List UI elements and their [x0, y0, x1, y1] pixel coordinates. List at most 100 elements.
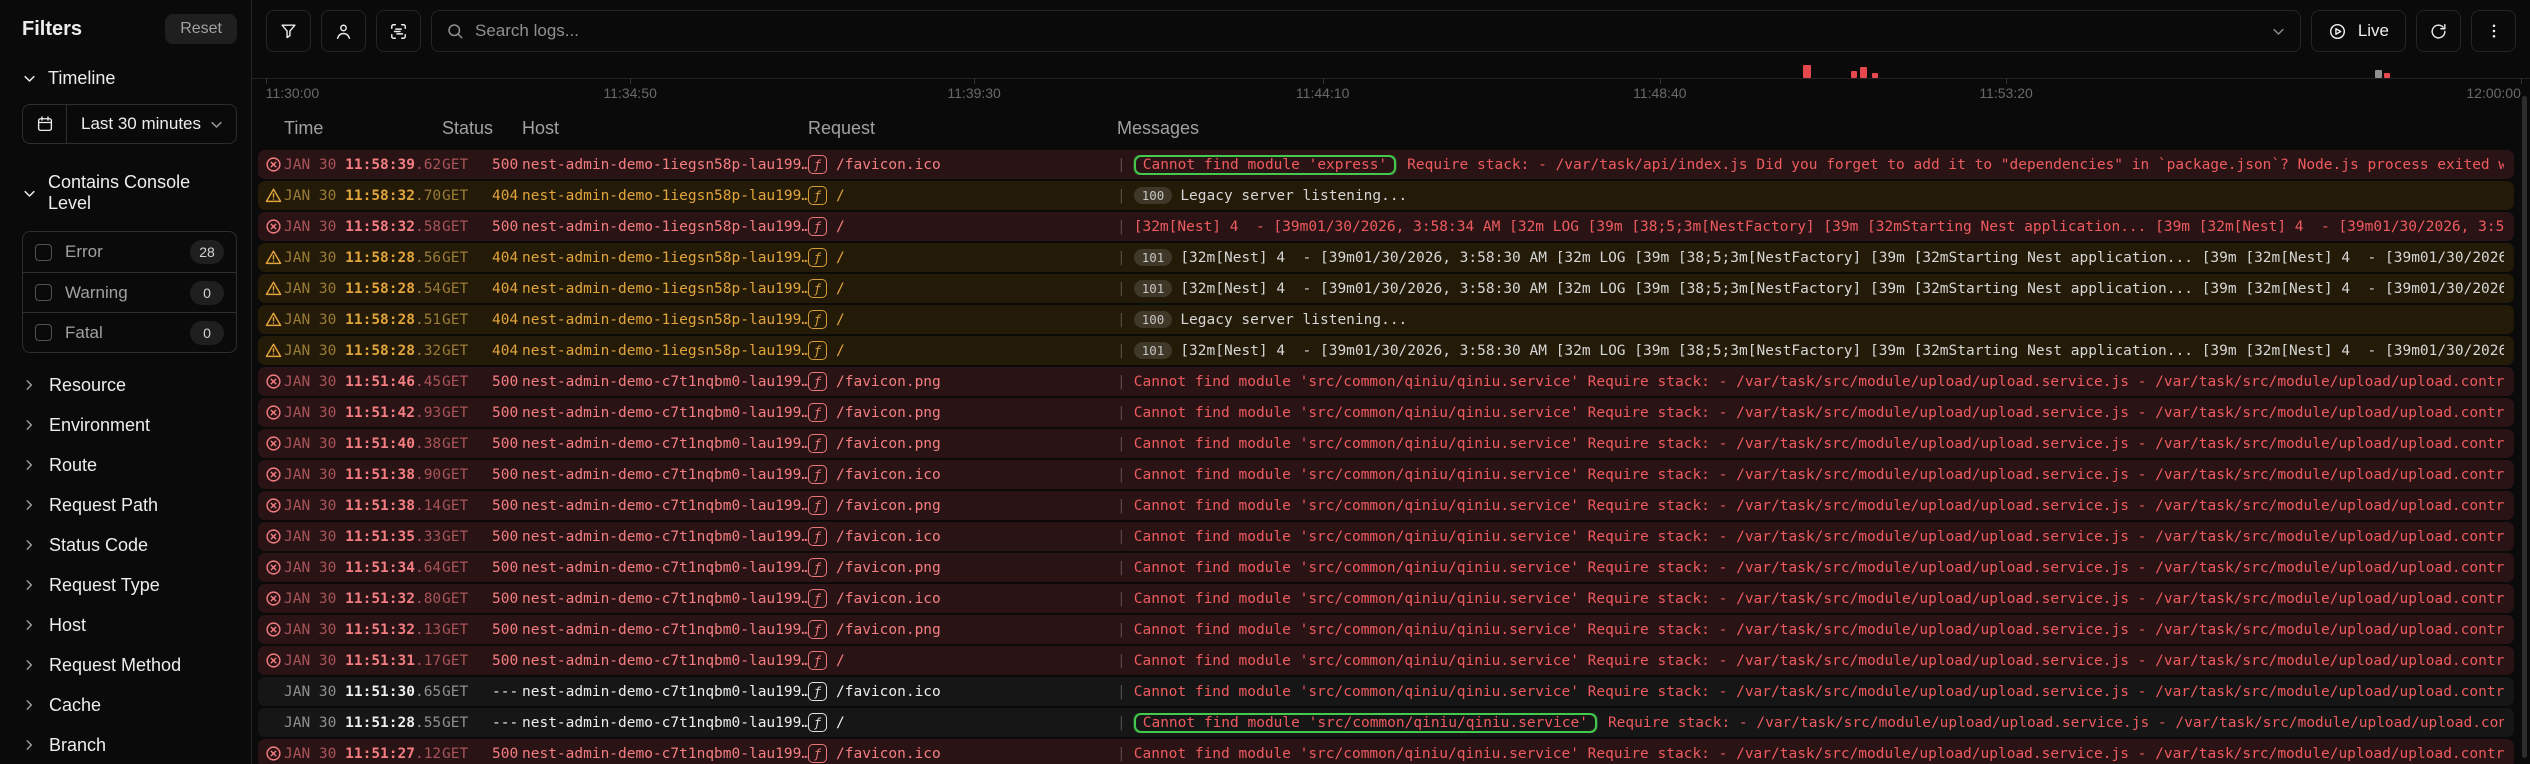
log-row[interactable]: JAN 30 11:51:34.64 GET 500 nest-admin-de…	[258, 553, 2514, 582]
log-row[interactable]: JAN 30 11:58:32.70 GET 404 nest-admin-de…	[258, 181, 2514, 210]
collapsed-filter-section[interactable]: Request Path	[22, 485, 237, 525]
vertical-scrollbar[interactable]	[2522, 96, 2527, 758]
console-level-label: Warning	[65, 283, 177, 303]
message-divider: |	[1117, 374, 1126, 390]
log-request-path: /favicon.ico	[836, 746, 941, 762]
log-row[interactable]: JAN 30 11:51:31.17 GET 500 nest-admin-de…	[258, 646, 2514, 675]
checkbox[interactable]	[35, 284, 52, 301]
log-volume-timeline[interactable]: 11:30:0011:34:5011:39:3011:44:1011:48:40…	[252, 62, 2530, 106]
search-chevron-down-icon[interactable]	[2271, 24, 2286, 39]
log-row[interactable]: JAN 30 11:51:38.90 GET 500 nest-admin-de…	[258, 460, 2514, 489]
log-row[interactable]: JAN 30 11:58:32.58 GET 500 nest-admin-de…	[258, 212, 2514, 241]
log-message: |Cannot find module 'src/common/qiniu/qi…	[1117, 374, 2504, 390]
log-row[interactable]: JAN 30 11:51:27.12 GET 500 nest-admin-de…	[258, 739, 2514, 764]
timeline-tick-label: 11:48:40	[1633, 85, 1686, 101]
log-status-code: 404	[492, 312, 522, 328]
log-row[interactable]: JAN 30 11:51:32.13 GET 500 nest-admin-de…	[258, 615, 2514, 644]
collapsed-filter-section[interactable]: Environment	[22, 405, 237, 445]
log-message: |Cannot find module 'src/common/qiniu/qi…	[1117, 653, 2504, 669]
collapsed-filter-section[interactable]: Branch	[22, 725, 237, 764]
filter-toggle-button[interactable]	[266, 10, 311, 52]
reset-filters-button[interactable]: Reset	[165, 14, 237, 44]
log-row[interactable]: JAN 30 11:51:30.65 GET --- nest-admin-de…	[258, 677, 2514, 706]
search-icon	[446, 22, 464, 40]
collapsed-filter-section[interactable]: Request Method	[22, 645, 237, 685]
log-host: nest-admin-demo-c7t1nqbm0-lau199…	[522, 529, 808, 545]
log-row[interactable]: JAN 30 11:58:28.51 GET 404 nest-admin-de…	[258, 305, 2514, 334]
console-level-option[interactable]: Fatal 0	[23, 312, 236, 352]
function-icon: ƒ	[808, 155, 827, 174]
collapsed-filter-section[interactable]: Host	[22, 605, 237, 645]
log-method: GET	[442, 529, 492, 545]
log-time: JAN 30 11:51:34.64	[284, 560, 442, 576]
timeline-tick	[2521, 78, 2522, 84]
message-divider: |	[1117, 560, 1126, 576]
log-row[interactable]: JAN 30 11:51:46.45 GET 500 nest-admin-de…	[258, 367, 2514, 396]
log-row[interactable]: JAN 30 11:51:32.80 GET 500 nest-admin-de…	[258, 584, 2514, 613]
error-icon	[265, 466, 282, 483]
error-icon	[265, 621, 282, 638]
log-row[interactable]: JAN 30 11:51:28.55 GET --- nest-admin-de…	[258, 708, 2514, 737]
console-level-option[interactable]: Warning 0	[23, 272, 236, 312]
collapsed-filter-section[interactable]: Request Type	[22, 565, 237, 605]
column-header-time: Time	[284, 118, 442, 139]
log-request: ƒ/favicon.ico	[808, 465, 1117, 484]
log-message: |100Legacy server listening...	[1117, 311, 2504, 328]
log-row[interactable]: JAN 30 11:58:28.32 GET 404 nest-admin-de…	[258, 336, 2514, 365]
log-row[interactable]: JAN 30 11:51:40.38 GET 500 nest-admin-de…	[258, 429, 2514, 458]
log-status-code: 500	[492, 622, 522, 638]
timeline-range-select[interactable]: Last 30 minutes	[22, 104, 237, 144]
log-status-code: 500	[492, 560, 522, 576]
refresh-button[interactable]	[2416, 10, 2461, 52]
log-time: JAN 30 11:51:27.12	[284, 746, 442, 762]
message-text: Cannot find module 'src/common/qiniu/qin…	[1134, 746, 2504, 762]
checkbox[interactable]	[35, 324, 52, 341]
collapsed-filter-section[interactable]: Route	[22, 445, 237, 485]
console-level-option[interactable]: Error 28	[23, 232, 236, 272]
collapsed-filter-section[interactable]: Status Code	[22, 525, 237, 565]
log-message: |Cannot find module 'src/common/qiniu/qi…	[1117, 560, 2504, 576]
function-icon: ƒ	[808, 248, 827, 267]
message-text: [32m[Nest] 4 - [39m01/30/2026, 3:58:30 A…	[1180, 281, 2504, 297]
log-time: JAN 30 11:51:30.65	[284, 684, 442, 700]
log-row[interactable]: JAN 30 11:51:38.14 GET 500 nest-admin-de…	[258, 491, 2514, 520]
user-icon	[334, 22, 353, 41]
collapsed-filter-section[interactable]: Resource	[22, 365, 237, 405]
collapsed-filter-label: Route	[49, 455, 97, 476]
log-message: |Cannot find module 'src/common/qiniu/qi…	[1117, 591, 2504, 607]
checkbox[interactable]	[35, 244, 52, 261]
message-divider: |	[1117, 219, 1126, 235]
log-status-code: 500	[492, 498, 522, 514]
timeline-tick	[2006, 78, 2007, 84]
more-options-button[interactable]	[2471, 10, 2516, 52]
log-row[interactable]: JAN 30 11:58:39.62 GET 500 nest-admin-de…	[258, 150, 2514, 179]
user-filter-button[interactable]	[321, 10, 366, 52]
collapsed-filter-section[interactable]: Cache	[22, 685, 237, 725]
console-level-section-toggle[interactable]: Contains Console Level	[22, 172, 237, 214]
log-message: |Cannot find module 'src/common/qiniu/qi…	[1117, 529, 2504, 545]
console-level-section-label: Contains Console Level	[48, 172, 237, 214]
log-time: JAN 30 11:51:42.93	[284, 405, 442, 421]
console-level-count: 28	[190, 240, 224, 264]
log-row[interactable]: JAN 30 11:51:42.93 GET 500 nest-admin-de…	[258, 398, 2514, 427]
search-input[interactable]	[475, 21, 2260, 41]
raw-logs-toggle-button[interactable]	[376, 10, 421, 52]
message-divider: |	[1117, 405, 1126, 421]
collapsed-filter-label: Request Type	[49, 575, 160, 596]
log-method: GET	[442, 653, 492, 669]
log-status-code: 500	[492, 219, 522, 235]
calendar-icon[interactable]	[23, 105, 67, 143]
warning-icon	[265, 342, 282, 359]
log-row[interactable]: JAN 30 11:58:28.56 GET 404 nest-admin-de…	[258, 243, 2514, 272]
log-row[interactable]: JAN 30 11:58:28.54 GET 404 nest-admin-de…	[258, 274, 2514, 303]
log-host: nest-admin-demo-1iegsn58p-lau199…	[522, 312, 808, 328]
message-count-badge: 101	[1134, 249, 1173, 266]
log-request-path: /	[836, 653, 845, 669]
log-status-code: 404	[492, 188, 522, 204]
collapsed-filter-label: Host	[49, 615, 86, 636]
timeline-tick-label: 12:00:00	[2466, 85, 2521, 101]
message-divider: |	[1117, 436, 1126, 452]
log-row[interactable]: JAN 30 11:51:35.33 GET 500 nest-admin-de…	[258, 522, 2514, 551]
timeline-section-toggle[interactable]: Timeline	[22, 68, 237, 89]
live-button[interactable]: Live	[2311, 10, 2406, 52]
